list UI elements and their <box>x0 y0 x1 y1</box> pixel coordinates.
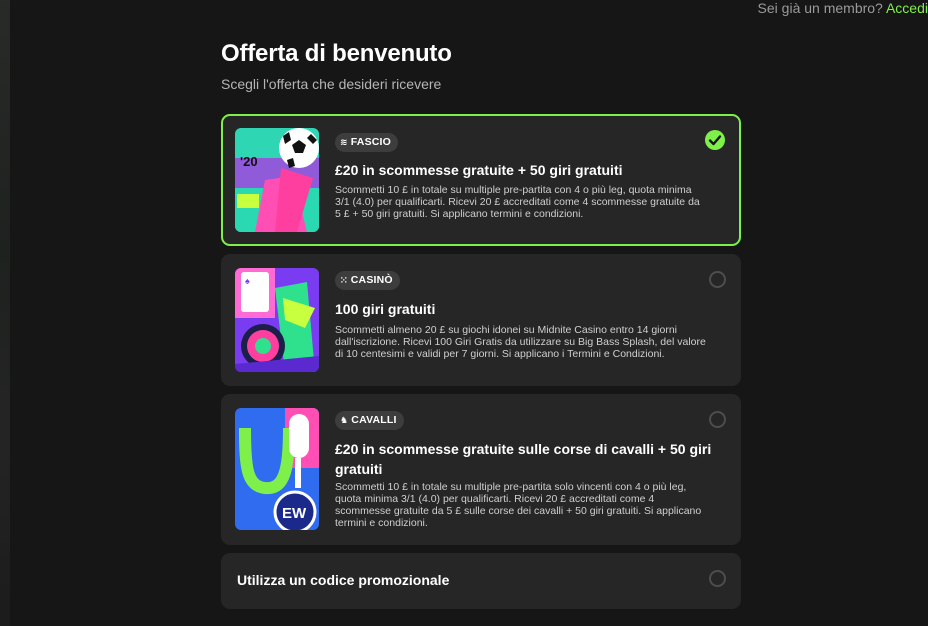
thumb-label: EW <box>282 505 307 522</box>
check-icon <box>708 135 722 146</box>
login-prompt: Sei già un membro? Accedi <box>758 0 928 18</box>
offer-image-casino: ♠ <box>235 268 319 372</box>
offer-radio[interactable] <box>709 271 726 288</box>
offer-card-cavalli[interactable]: EW ♞ CAVALLI £20 in scommesse gratuite s… <box>221 394 741 545</box>
category-label: FASCIO <box>350 136 392 148</box>
offer-description: Scommetti almeno 20 £ su giochi idonei s… <box>335 324 706 360</box>
layers-icon: ≋ <box>340 137 348 147</box>
member-text: Sei già un membro? <box>757 0 883 16</box>
category-label: CAVALLI <box>351 414 397 426</box>
offer-description: Scommetti 10 £ in totale su multiple pre… <box>335 481 702 529</box>
horse-icon: ♞ <box>340 415 349 425</box>
offer-title: 100 giri gratuiti <box>335 301 436 317</box>
category-badge: ≋ FASCIO <box>335 133 399 152</box>
offer-description: Scommetti 10 £ in totale su multiple pre… <box>335 184 700 220</box>
page-title: Offerta di benvenuto <box>221 40 452 67</box>
category-badge: ♞ CAVALLI <box>335 411 404 430</box>
offer-card-fascio[interactable]: '20 ≋ FASCIO £20 in scommesse gratuite +… <box>221 114 741 246</box>
offer-card-casino[interactable]: ♠ ⁙ CASINÒ 100 giri gratuiti Scommetti a… <box>221 254 741 386</box>
dice-icon: ⁙ <box>340 275 348 285</box>
background-edge <box>0 0 10 626</box>
promo-code-label: Utilizza un codice promozionale <box>237 572 450 588</box>
promo-radio[interactable] <box>709 570 726 587</box>
offer-radio-selected[interactable] <box>705 130 725 150</box>
offer-title: £20 in scommesse gratuite + 50 giri grat… <box>335 162 623 178</box>
page-subtitle: Scegli l'offerta che desideri ricevere <box>221 76 442 92</box>
offer-image-horseshoe: EW <box>235 408 319 530</box>
offer-image-football: '20 <box>235 128 319 232</box>
thumb-label: '20 <box>240 154 258 169</box>
login-link[interactable]: Accedi <box>886 0 928 16</box>
promo-code-option[interactable]: Utilizza un codice promozionale <box>221 553 741 609</box>
offer-title: £20 in scommesse gratuite sulle corse di… <box>335 441 712 477</box>
category-badge: ⁙ CASINÒ <box>335 271 400 290</box>
category-label: CASINÒ <box>350 274 393 286</box>
svg-text:♠: ♠ <box>245 276 250 286</box>
offer-radio[interactable] <box>709 411 726 428</box>
